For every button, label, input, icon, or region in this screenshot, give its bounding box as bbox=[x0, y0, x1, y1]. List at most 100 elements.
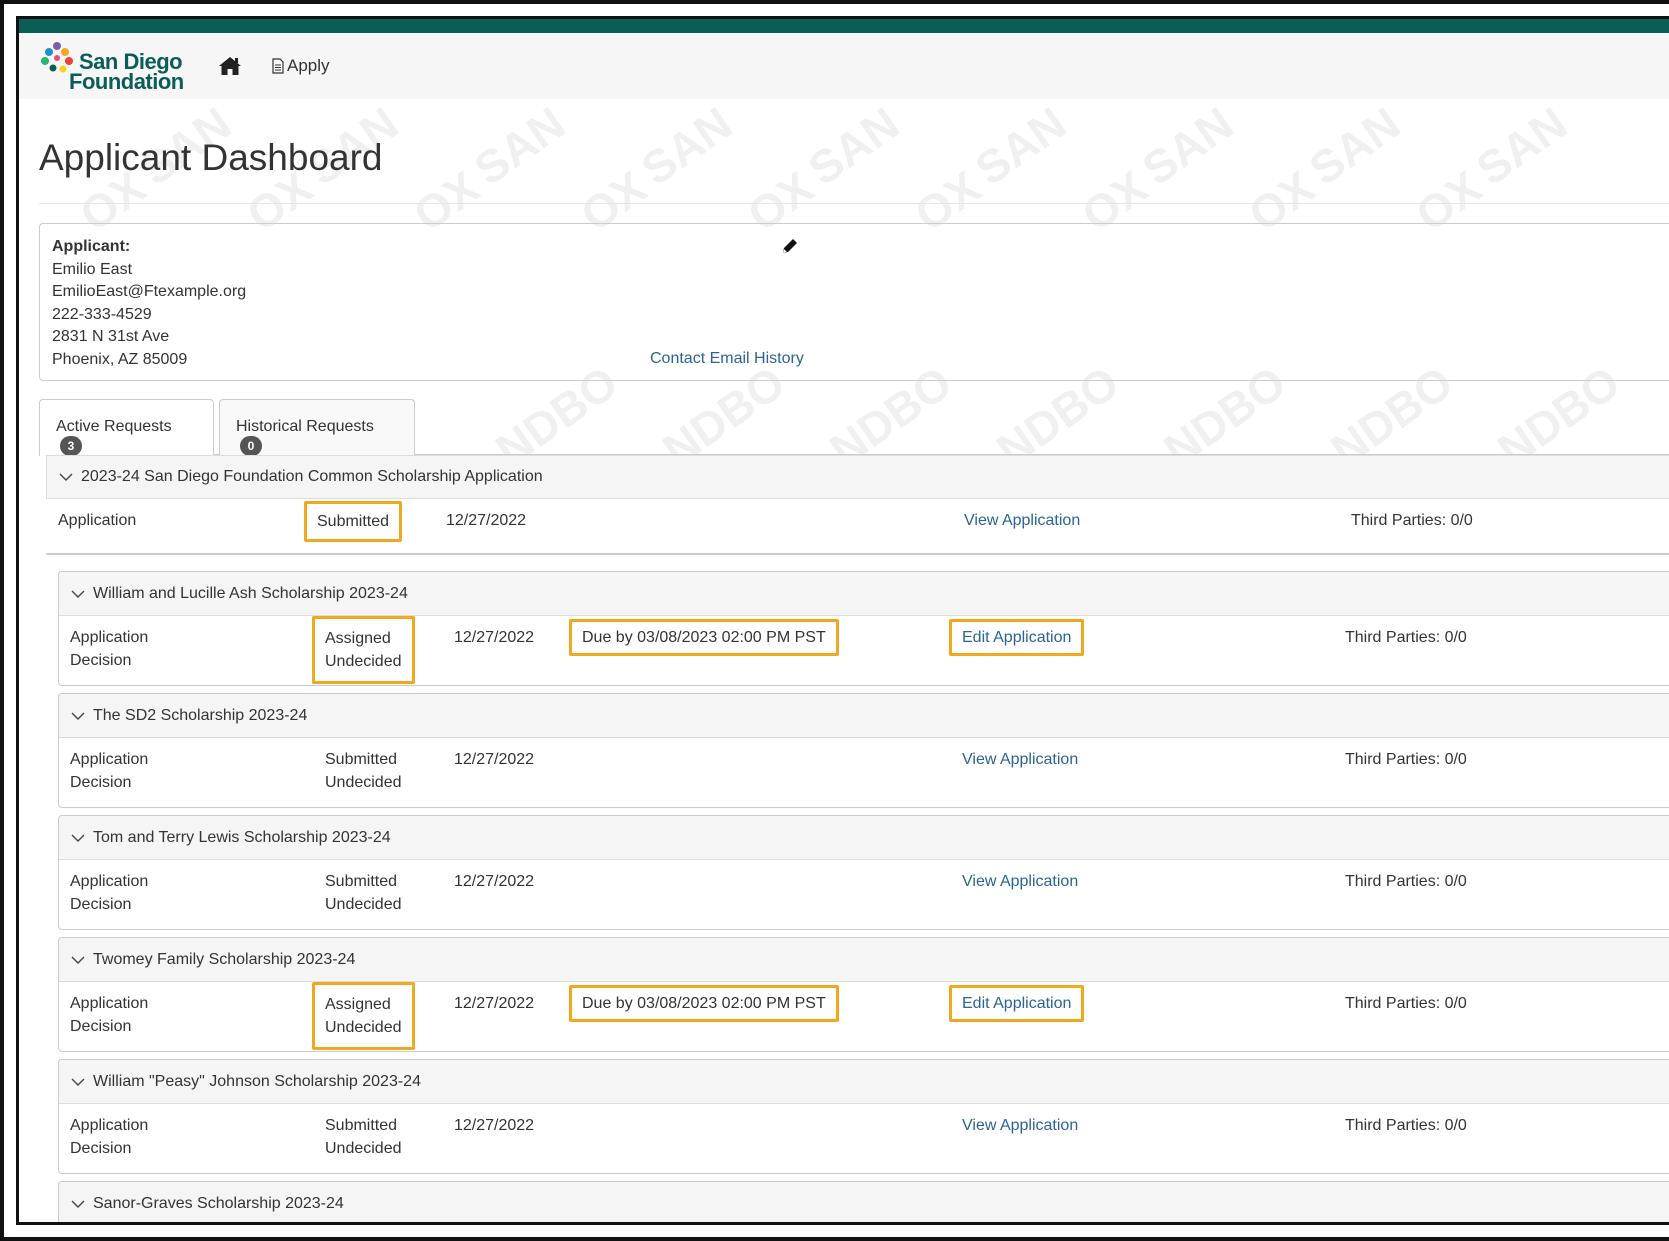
status-badge: Submitted bbox=[304, 501, 403, 542]
view-application-link[interactable]: View Application bbox=[962, 1114, 1078, 1137]
group-header[interactable]: Twomey Family Scholarship 2023-24 bbox=[59, 938, 1669, 982]
scholarship-group: William "Peasy" Johnson Scholarship 2023… bbox=[58, 1059, 1669, 1174]
scholarship-group: William and Lucille Ash Scholarship 2023… bbox=[58, 571, 1669, 686]
screenshot-frame: SAN SAN SAN SAN SAN SAN SAN SAN SAN OX O… bbox=[0, 0, 1669, 1241]
third-parties-count: Third Parties: 0/0 bbox=[1351, 512, 1473, 529]
tab-label: Active Requests bbox=[56, 418, 172, 435]
scholarship-group: Sanor-Graves Scholarship 2023-24 bbox=[58, 1181, 1669, 1222]
watermark-text: SAN bbox=[798, 99, 909, 196]
status-decision: Undecided bbox=[325, 653, 402, 670]
apply-nav-link[interactable]: Apply bbox=[271, 56, 330, 76]
request-row: Application Submitted 12/27/2022 View Ap… bbox=[46, 499, 1669, 553]
type-decision: Decision bbox=[70, 652, 132, 669]
request-date: 12/27/2022 bbox=[454, 629, 535, 646]
group-title: William and Lucille Ash Scholarship 2023… bbox=[93, 584, 408, 602]
group-header[interactable]: Sanor-Graves Scholarship 2023-24 bbox=[59, 1182, 1669, 1222]
chevron-down-icon bbox=[71, 834, 85, 842]
third-parties-count: Third Parties: 0/0 bbox=[1345, 751, 1467, 768]
section-divider bbox=[46, 553, 1669, 555]
san-diego-foundation-logo[interactable]: San Diego Foundation bbox=[39, 36, 199, 96]
request-types: Application Decision bbox=[70, 1114, 148, 1160]
status-decision: Undecided bbox=[325, 774, 402, 791]
type-application: Application bbox=[70, 1117, 149, 1134]
view-application-link[interactable]: View Application bbox=[962, 870, 1078, 893]
watermark-text: SAN bbox=[464, 99, 575, 196]
type-application: Application bbox=[70, 751, 149, 768]
view-application-link[interactable]: View Application bbox=[964, 509, 1080, 532]
document-icon bbox=[272, 58, 284, 74]
request-row: Application Decision Submitted Undecided 1… bbox=[59, 738, 1669, 807]
view-application-link[interactable]: View Application bbox=[962, 748, 1078, 771]
status-decision: Undecided bbox=[325, 896, 402, 913]
status-application: Assigned bbox=[325, 996, 391, 1013]
chevron-down-icon bbox=[71, 712, 85, 720]
status-decision: Undecided bbox=[325, 1019, 402, 1036]
applicant-email: EmilioEast@Ftexample.org bbox=[52, 283, 247, 300]
edit-application-link[interactable]: Edit Application bbox=[949, 619, 1085, 656]
request-date: 12/27/2022 bbox=[454, 995, 535, 1012]
top-accent-bar bbox=[19, 19, 1669, 33]
applicant-phone: 222-333-4529 bbox=[52, 305, 152, 323]
browser-viewport: SAN SAN SAN SAN SAN SAN SAN SAN SAN OX O… bbox=[16, 16, 1669, 1225]
edit-application-link[interactable]: Edit Application bbox=[949, 985, 1085, 1022]
chevron-down-icon bbox=[71, 1200, 85, 1208]
edit-pencil-icon[interactable] bbox=[780, 236, 800, 256]
group-title: Sanor-Graves Scholarship 2023-24 bbox=[93, 1195, 344, 1212]
applicant-label: Applicant: bbox=[52, 238, 131, 255]
scholarship-group: The SD2 Scholarship 2023-24 Application D… bbox=[58, 693, 1669, 808]
request-row: Application Decision Submitted Undecided 1… bbox=[59, 1104, 1669, 1173]
chevron-down-icon bbox=[71, 1078, 85, 1086]
group-header[interactable]: The SD2 Scholarship 2023-24 bbox=[59, 694, 1669, 738]
status-application: Submitted bbox=[325, 751, 398, 768]
request-tabs: Active Requests 3 Historical Requests 0 bbox=[39, 399, 1669, 456]
applicant-street: 2831 N 31st Ave bbox=[52, 328, 170, 345]
logo-line-2: Foundation bbox=[69, 69, 184, 94]
request-types: Application Decision bbox=[70, 870, 148, 916]
tab-historical-requests[interactable]: Historical Requests 0 bbox=[219, 399, 415, 456]
top-navbar: San Diego Foundation Apply bbox=[19, 33, 1669, 99]
contact-email-history-link[interactable]: Contact Email History bbox=[650, 348, 804, 371]
scholarship-group: Tom and Terry Lewis Scholarship 2023-24 … bbox=[58, 815, 1669, 930]
group-header[interactable]: Tom and Terry Lewis Scholarship 2023-24 bbox=[59, 816, 1669, 860]
request-types: Application Decision bbox=[70, 748, 148, 794]
type-decision: Decision bbox=[70, 896, 132, 913]
group-header[interactable]: 2023-24 San Diego Foundation Common Scho… bbox=[46, 455, 1669, 499]
watermark-text: SAN bbox=[965, 99, 1076, 196]
watermark-text: SAN bbox=[1132, 99, 1243, 196]
request-date: 12/27/2022 bbox=[454, 1117, 535, 1134]
status-application: Submitted bbox=[325, 1117, 398, 1134]
request-row: Application Decision Assigned Undecided 12… bbox=[59, 982, 1669, 1051]
tab-active-requests[interactable]: Active Requests 3 bbox=[39, 399, 214, 456]
type-decision: Decision bbox=[70, 774, 132, 791]
group-header[interactable]: William and Lucille Ash Scholarship 2023… bbox=[59, 572, 1669, 616]
status-decision: Undecided bbox=[325, 1140, 402, 1157]
request-date: 12/27/2022 bbox=[446, 512, 527, 529]
status-application: Assigned bbox=[325, 630, 391, 647]
type-decision: Decision bbox=[70, 1140, 132, 1157]
third-parties-count: Third Parties: 0/0 bbox=[1345, 629, 1467, 646]
third-parties-count: Third Parties: 0/0 bbox=[1345, 1117, 1467, 1134]
apply-label: Apply bbox=[287, 56, 330, 75]
group-title: The SD2 Scholarship 2023-24 bbox=[93, 706, 308, 724]
status-badge: Assigned Undecided bbox=[312, 616, 415, 684]
group-title: 2023-24 San Diego Foundation Common Scho… bbox=[81, 468, 543, 485]
chevron-down-icon bbox=[71, 956, 85, 964]
status-badge: Submitted Undecided bbox=[325, 870, 402, 916]
home-icon[interactable] bbox=[217, 53, 243, 79]
status-badge: Submitted Undecided bbox=[325, 748, 402, 794]
request-types: Application Decision bbox=[70, 626, 148, 672]
scholarship-group: Twomey Family Scholarship 2023-24 Applic… bbox=[58, 937, 1669, 1052]
count-badge: 0 bbox=[240, 436, 262, 456]
watermark-text: SAN bbox=[1299, 99, 1410, 196]
group-title: Twomey Family Scholarship 2023-24 bbox=[93, 950, 356, 968]
applicant-city: Phoenix, AZ 85009 bbox=[52, 350, 188, 368]
count-badge: 3 bbox=[60, 436, 82, 456]
page-title: Applicant Dashboard bbox=[39, 137, 383, 178]
due-date-badge: Due by 03/08/2023 02:00 PM PST bbox=[569, 619, 839, 656]
group-header[interactable]: William "Peasy" Johnson Scholarship 2023… bbox=[59, 1060, 1669, 1104]
type-decision: Decision bbox=[70, 1018, 132, 1035]
group-title: Tom and Terry Lewis Scholarship 2023-24 bbox=[93, 828, 391, 846]
third-parties-count: Third Parties: 0/0 bbox=[1345, 995, 1467, 1012]
tab-label: Historical Requests bbox=[236, 418, 374, 435]
status-badge: Submitted Undecided bbox=[325, 1114, 402, 1160]
